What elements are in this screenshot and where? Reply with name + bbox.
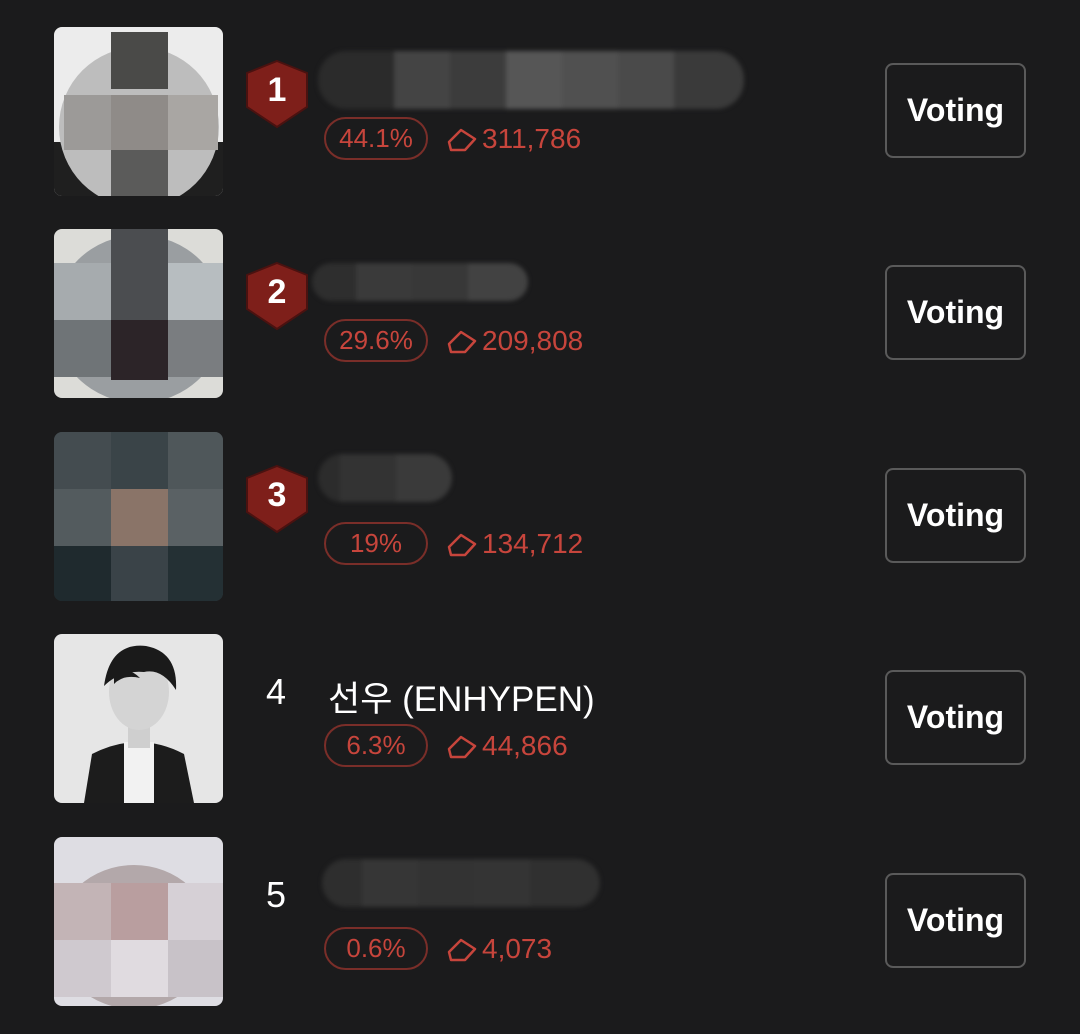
vote-count: 209,808: [446, 323, 583, 359]
rank-badge: 1: [244, 59, 310, 129]
redacted-name: [322, 859, 600, 907]
voting-button[interactable]: Voting: [885, 63, 1026, 158]
avatar: [54, 634, 223, 803]
vote-ticket-icon: [447, 330, 477, 354]
rank-number: 5: [265, 874, 287, 915]
vote-ticket-icon: [447, 735, 477, 759]
rank-number: 1: [267, 71, 287, 109]
pixelated-photo: [54, 27, 223, 196]
percent-pill: 6.3%: [324, 724, 428, 767]
rank-badge: 3: [244, 464, 310, 534]
ranking-row-1: 1 44.1% 311,786 Voting: [0, 27, 1080, 197]
rank-number: 2: [267, 273, 287, 311]
redacted-name: [318, 51, 744, 109]
pixelated-photo: [54, 837, 223, 1006]
vote-count: 134,712: [446, 526, 583, 562]
artist-photo: [54, 634, 223, 803]
pixelated-photo: [54, 229, 223, 398]
percent-pill: 0.6%: [324, 927, 428, 970]
rank-number: 4: [265, 671, 287, 712]
voting-button[interactable]: Voting: [885, 468, 1026, 563]
vote-count: 4,073: [446, 931, 552, 967]
percent-pill: 29.6%: [324, 319, 428, 362]
percent-pill: 19%: [324, 522, 428, 565]
voting-button[interactable]: Voting: [885, 873, 1026, 968]
ranking-row-2: 2 29.6% 209,808 Voting: [0, 229, 1080, 399]
ranking-row-4: 4 선우 (ENHYPEN) 6.3% 44,866 Voting: [0, 634, 1080, 804]
voting-button[interactable]: Voting: [885, 265, 1026, 360]
rank-number: 3: [267, 476, 287, 514]
ranking-row-5: 5 0.6% 4,073 Voting: [0, 837, 1080, 1007]
percent-pill: 44.1%: [324, 117, 428, 160]
redacted-name: [318, 454, 452, 502]
avatar: [54, 27, 223, 196]
vote-count: 44,866: [446, 728, 568, 764]
voting-button[interactable]: Voting: [885, 670, 1026, 765]
artist-name: 선우 (ENHYPEN): [328, 680, 595, 719]
rank-badge: 2: [244, 261, 310, 331]
pixelated-photo: [54, 432, 223, 601]
avatar: [54, 229, 223, 398]
vote-ticket-icon: [447, 128, 477, 152]
avatar: [54, 432, 223, 601]
vote-ticket-icon: [447, 938, 477, 962]
ranking-row-3: 3 19% 134,712 Voting: [0, 432, 1080, 602]
avatar: [54, 837, 223, 1006]
vote-count: 311,786: [446, 121, 581, 157]
redacted-name: [312, 263, 528, 301]
vote-ticket-icon: [447, 533, 477, 557]
